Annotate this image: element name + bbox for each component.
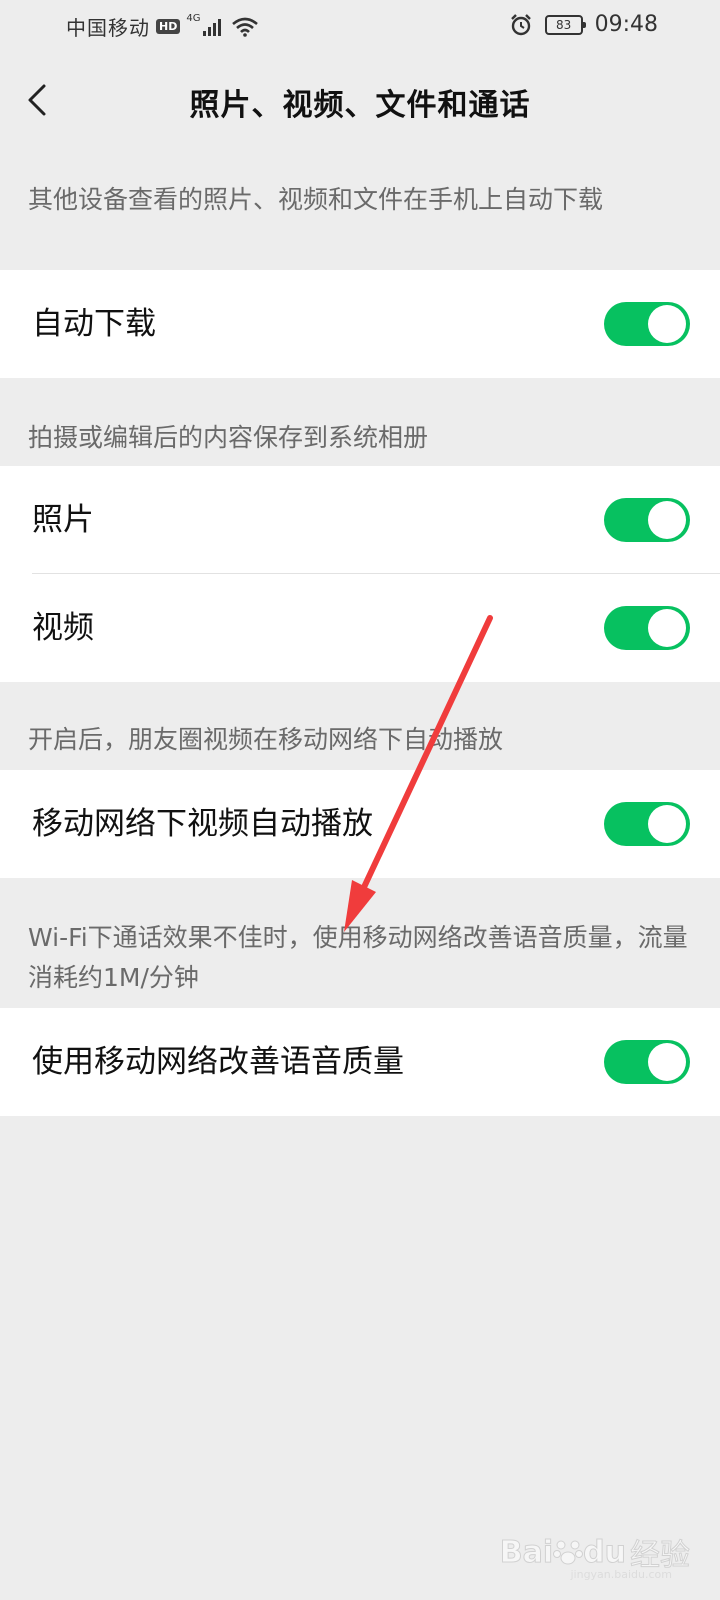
carrier-name: 中国移动 [66, 16, 150, 40]
watermark-brand-suffix: du [583, 1534, 627, 1570]
toggle-switch-mobile-autoplay[interactable] [604, 802, 690, 846]
hd-badge: HD [156, 19, 181, 34]
setting-label: 自动下载 [32, 306, 156, 342]
settings-group-save-to-album: 照片 视频 [0, 466, 720, 682]
toggle-knob [648, 805, 686, 843]
status-left: 中国移动 HD 4G [66, 12, 259, 41]
battery-icon: 83 [544, 14, 586, 35]
setting-row-photos[interactable]: 照片 [0, 466, 720, 574]
toggle-switch-voice-quality[interactable] [604, 1040, 690, 1084]
settings-group-voice-quality: 使用移动网络改善语音质量 [0, 1008, 720, 1116]
setting-row-voice-quality[interactable]: 使用移动网络改善语音质量 [0, 1008, 720, 1116]
baidu-jingyan-watermark: Bai du 经验 jingyan.baidu.com [499, 1530, 690, 1581]
section-description: 其他设备查看的照片、视频和文件在手机上自动下载 [28, 185, 604, 214]
setting-row-mobile-autoplay[interactable]: 移动网络下视频自动播放 [0, 770, 720, 878]
page-title: 照片、视频、文件和通话 [189, 88, 531, 123]
wifi-icon [232, 17, 259, 37]
watermark-brand: Bai [499, 1534, 554, 1570]
section-description: Wi-Fi下通话效果不佳时，使用移动网络改善语音质量，流量消耗约1M/分钟 [28, 923, 688, 992]
watermark-url: jingyan.baidu.com [570, 1568, 672, 1581]
network-type: 4G [186, 13, 201, 24]
setting-label: 视频 [32, 610, 94, 646]
toggle-knob [648, 305, 686, 343]
title-bar: 照片、视频、文件和通话 [0, 60, 720, 142]
section-description: 开启后，朋友圈视频在移动网络下自动播放 [28, 725, 504, 754]
paw-icon [553, 1540, 584, 1565]
setting-row-auto-download[interactable]: 自动下载 [0, 270, 720, 378]
setting-label: 移动网络下视频自动播放 [32, 806, 373, 842]
alarm-icon [510, 13, 531, 35]
toggle-knob [648, 501, 686, 539]
settings-group-auto-download: 自动下载 [0, 270, 720, 378]
toggle-switch-auto-download[interactable] [604, 302, 690, 346]
section-description: 拍摄或编辑后的内容保存到系统相册 [28, 423, 429, 452]
setting-label: 照片 [32, 502, 94, 538]
toggle-switch-videos[interactable] [604, 606, 690, 650]
settings-screen: 中国移动 HD 4G 83 09:48 照片、视频、文件和通话 其他设备查看的照… [0, 0, 720, 1600]
settings-group-moments-autoplay: 移动网络下视频自动播放 [0, 770, 720, 878]
setting-label: 使用移动网络改善语音质量 [32, 1044, 404, 1080]
status-right: 83 09:48 [509, 12, 658, 37]
status-bar: 中国移动 HD 4G 83 09:48 [0, 0, 720, 52]
toggle-knob [648, 609, 686, 647]
signal-icon [203, 18, 222, 36]
setting-row-videos[interactable]: 视频 [0, 574, 720, 682]
toggle-switch-photos[interactable] [604, 498, 690, 542]
status-time: 09:48 [594, 12, 658, 37]
toggle-knob [648, 1043, 686, 1081]
